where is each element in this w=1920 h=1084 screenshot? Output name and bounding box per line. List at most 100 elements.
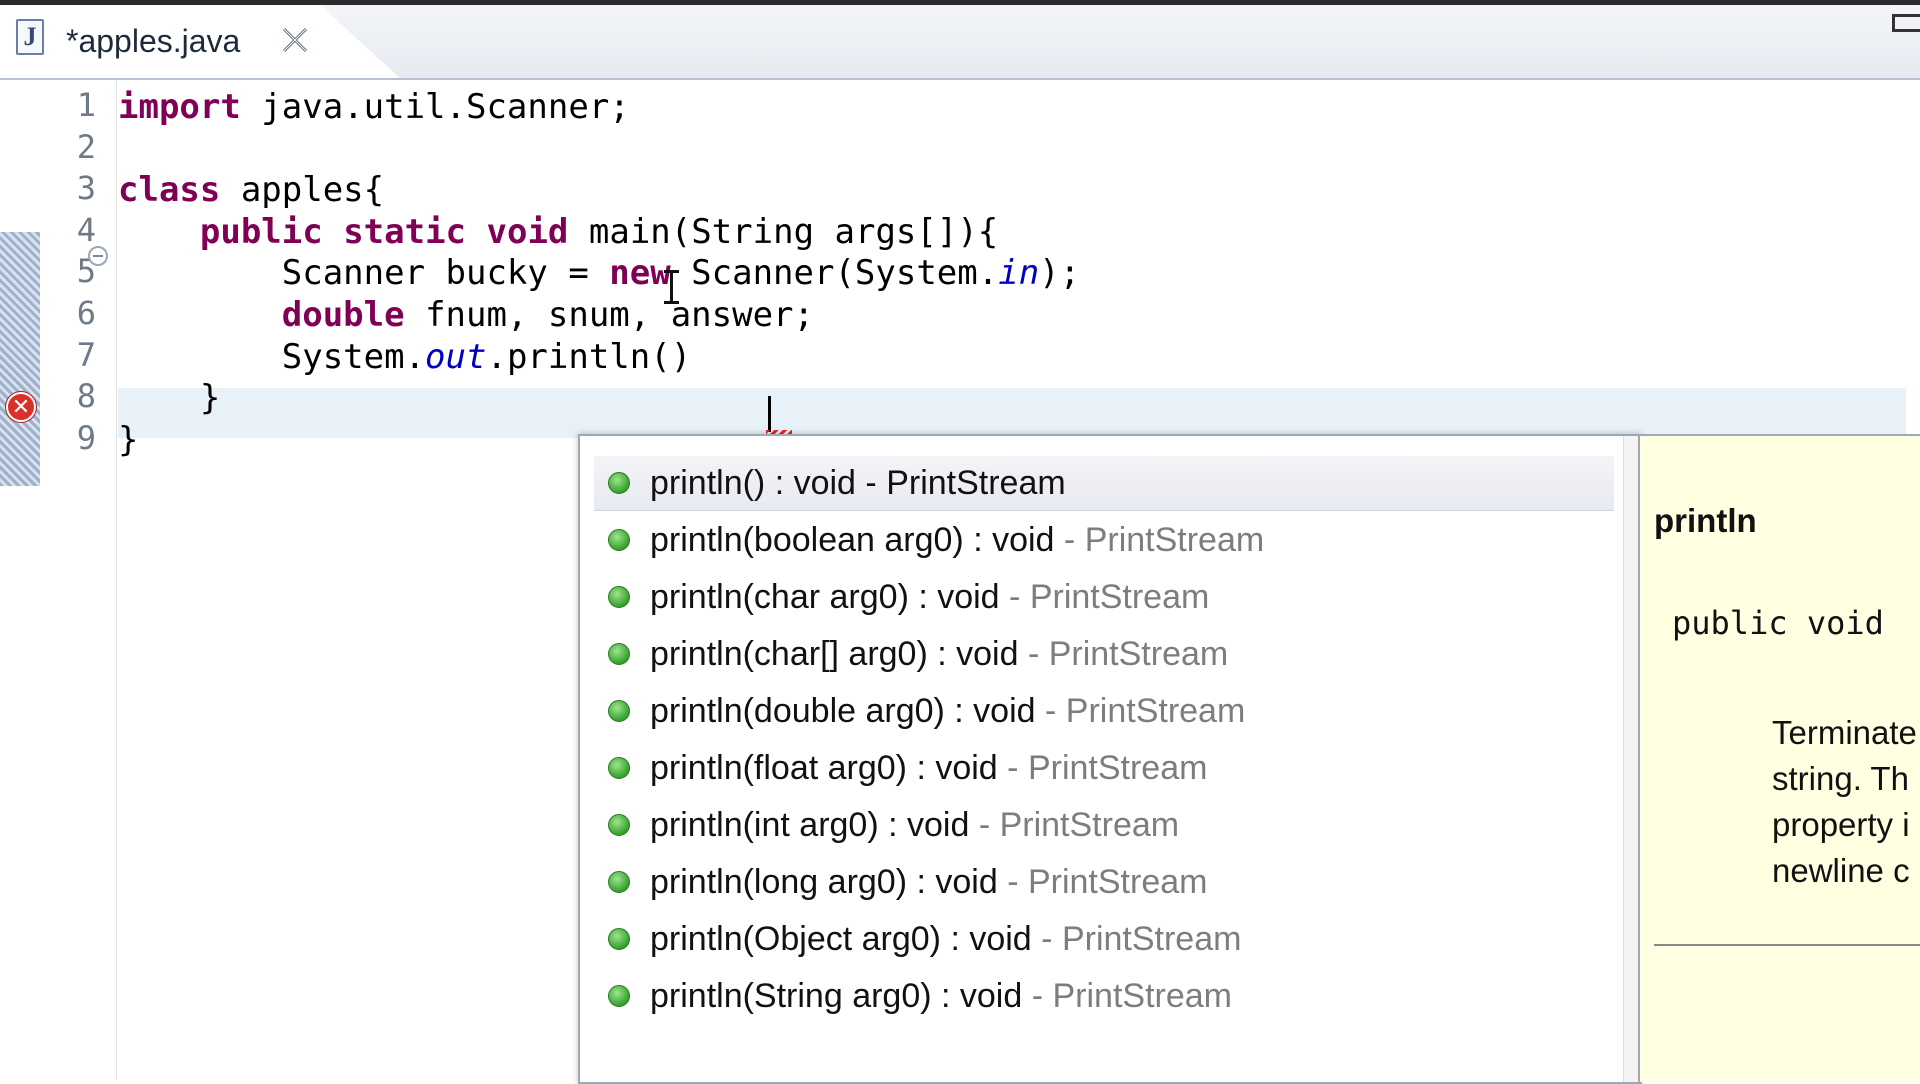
proposal-item[interactable]: println(double arg0) : void - PrintStrea…: [594, 684, 1614, 738]
overview-ruler: ✕: [0, 80, 40, 1080]
proposal-owner: PrintStream: [1027, 862, 1208, 901]
proposal-item[interactable]: println(char arg0) : void - PrintStream: [594, 570, 1614, 624]
public-method-icon: [608, 928, 630, 950]
code-token: main(String args[]){: [568, 211, 999, 252]
line-number: 8: [76, 377, 96, 416]
proposal-separator: -: [1035, 691, 1066, 730]
proposal-separator: -: [969, 805, 1000, 844]
public-method-icon: [608, 757, 630, 779]
proposal-owner: PrintStream: [1084, 520, 1265, 559]
proposal-item[interactable]: println() : void - PrintStream: [594, 456, 1614, 511]
proposal-separator: -: [1022, 976, 1053, 1015]
line-number: 7: [76, 335, 96, 374]
close-icon[interactable]: [278, 23, 312, 57]
javadoc-description-line: string. Th: [1772, 760, 1909, 797]
proposal-signature: println(char arg0) : void: [650, 577, 1000, 616]
public-method-icon: [608, 472, 630, 494]
keyword-token: static: [343, 211, 467, 252]
proposal-item[interactable]: println(boolean arg0) : void - PrintStre…: [594, 513, 1614, 567]
proposal-owner: PrintStream: [1027, 748, 1208, 787]
public-method-icon: [608, 529, 630, 551]
code-token: Scanner(System.: [670, 253, 999, 294]
proposal-item[interactable]: println(int arg0) : void - PrintStream: [594, 798, 1614, 852]
proposal-owner: PrintStream: [1048, 634, 1229, 673]
field-token: in: [998, 253, 1040, 294]
proposal-signature: println(String arg0) : void: [650, 976, 1023, 1015]
java-file-icon: J: [16, 19, 44, 55]
proposal-item[interactable]: println(char[] arg0) : void - PrintStrea…: [594, 627, 1614, 681]
proposal-item[interactable]: println(long arg0) : void - PrintStream: [594, 855, 1614, 909]
proposal-owner: PrintStream: [1065, 691, 1246, 730]
public-method-icon: [608, 700, 630, 722]
proposal-signature: println(int arg0) : void: [650, 805, 970, 844]
proposal-item[interactable]: println(Object arg0) : void - PrintStrea…: [594, 912, 1614, 966]
code-token: java.util.Scanner;: [240, 87, 630, 127]
keyword-token: void: [486, 211, 569, 252]
proposal-signature: println(double arg0) : void: [650, 691, 1036, 730]
code-line[interactable]: import java.util.Scanner;: [118, 82, 630, 132]
javadoc-description-line: Terminate: [1772, 714, 1917, 751]
editor-tab-bar: J *apples.java: [0, 0, 1920, 80]
line-number: 2: [76, 127, 96, 166]
code-token: );: [1039, 253, 1081, 294]
public-method-icon: [608, 871, 630, 893]
proposal-signature: println() : void: [650, 463, 856, 502]
code-token: System.: [118, 336, 426, 377]
proposal-separator: -: [855, 463, 887, 502]
keyword-token: class: [118, 170, 221, 211]
javadoc-divider: [1654, 944, 1920, 946]
line-number: 9: [76, 418, 96, 457]
code-token: }: [118, 419, 139, 460]
tab-label: *apples.java: [66, 23, 241, 59]
field-token: out: [425, 336, 487, 377]
keyword-token: new: [609, 253, 671, 294]
code-token: Scanner bucky =: [118, 253, 610, 294]
proposal-separator: -: [1054, 520, 1085, 559]
proposal-owner: PrintStream: [886, 463, 1066, 502]
mouse-ibeam-cursor: [664, 270, 679, 304]
proposal-separator: -: [1031, 919, 1062, 958]
public-method-icon: [608, 814, 630, 836]
line-number: 6: [76, 294, 96, 332]
minimize-icon[interactable]: [1892, 14, 1920, 32]
code-line[interactable]: }: [118, 415, 138, 465]
javadoc-title: println: [1654, 502, 1757, 539]
javadoc-popup: println public void Terminate string. Th p…: [1638, 434, 1920, 1082]
keyword-token: public: [199, 211, 323, 252]
code-token: apples{: [220, 170, 385, 211]
fold-collapse-icon[interactable]: [88, 246, 108, 266]
proposal-owner: PrintStream: [1029, 577, 1210, 616]
proposal-separator: -: [999, 577, 1030, 616]
javadoc-description-line: newline c: [1772, 852, 1910, 889]
public-method-icon: [608, 586, 630, 608]
content-assist-popup[interactable]: println() : void - PrintStream println(bo…: [578, 434, 1642, 1084]
proposal-signature: println(float arg0) : void: [650, 748, 998, 787]
javadoc-declaration: public void: [1672, 604, 1884, 642]
line-number: 4: [76, 210, 96, 249]
public-method-icon: [608, 643, 630, 665]
ruler-highlight: [0, 232, 40, 486]
proposal-item[interactable]: println(float arg0) : void - PrintStream: [594, 741, 1614, 795]
tab-apples-java[interactable]: J *apples.java: [0, 5, 400, 78]
code-token: .println(): [486, 336, 692, 377]
keyword-token: double: [281, 295, 405, 335]
title-strip: [0, 0, 1920, 5]
proposal-signature: println(long arg0) : void: [650, 862, 998, 901]
error-icon[interactable]: ✕: [6, 392, 36, 422]
javadoc-description-line: property i: [1772, 806, 1910, 843]
proposal-owner: PrintStream: [999, 805, 1180, 844]
proposal-item[interactable]: println(String arg0) : void - PrintStrea…: [594, 969, 1614, 1023]
code-token: fnum, snum, answer;: [404, 295, 814, 335]
proposal-separator: -: [997, 862, 1028, 901]
line-number: 3: [76, 169, 96, 208]
keyword-token: import: [118, 87, 241, 127]
proposal-owner: PrintStream: [1061, 919, 1242, 958]
line-number: 1: [76, 86, 96, 124]
line-number-gutter: 123456789: [40, 80, 117, 1080]
proposal-signature: println(boolean arg0) : void: [650, 520, 1055, 559]
proposal-signature: println(char[] arg0) : void: [650, 634, 1019, 673]
public-method-icon: [608, 985, 630, 1007]
